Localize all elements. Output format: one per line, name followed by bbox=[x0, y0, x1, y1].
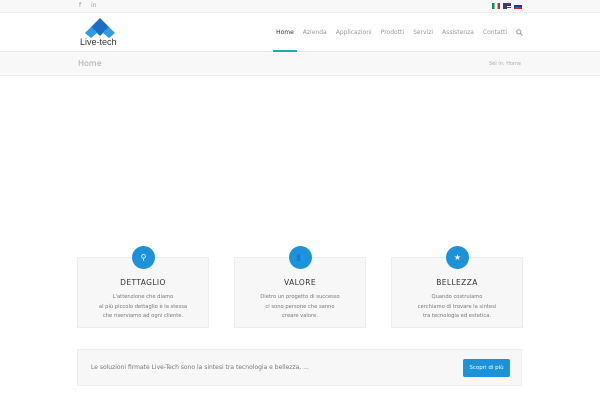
feature-text: Quando costruiamo cerchiamo di trovare l… bbox=[417, 294, 497, 319]
linkedin-link[interactable]: in bbox=[91, 2, 96, 9]
feature-card-valore: 👥 VALORE Dietro un progetto di successo … bbox=[234, 246, 366, 328]
flag-english-icon[interactable] bbox=[503, 3, 511, 9]
flag-russian-icon[interactable] bbox=[514, 3, 522, 9]
feature-text: L'attenzione che diamo al più piccolo de… bbox=[98, 294, 188, 319]
logo-mark-icon bbox=[85, 18, 115, 38]
nav-assistenza[interactable]: Assistenza bbox=[442, 13, 474, 52]
users-icon: 👥 bbox=[289, 246, 312, 269]
header: Live-tech Home Azienda Applicazioni Prod… bbox=[0, 13, 600, 52]
feature-card-bellezza: ★ BELLEZZA Quando costruiamo cerchiamo d… bbox=[391, 246, 523, 328]
nav-azienda[interactable]: Azienda bbox=[303, 13, 327, 52]
flag-italian-icon[interactable] bbox=[492, 3, 500, 9]
nav-servizi[interactable]: Servizi bbox=[413, 13, 433, 52]
search-icon[interactable] bbox=[516, 29, 523, 36]
feature-text: Dietro un progetto di successo ci sono p… bbox=[260, 294, 340, 319]
feature-title: DETTAGLIO bbox=[120, 278, 166, 287]
title-bar: Home Sei in: Home bbox=[0, 52, 600, 76]
search-icon: ⚲ bbox=[132, 246, 155, 269]
nav-home[interactable]: Home bbox=[273, 13, 297, 52]
feature-card-dettaglio: ⚲ DETTAGLIO L'attenzione che diamo al pi… bbox=[77, 246, 209, 328]
breadcrumb[interactable]: Sei in: Home bbox=[489, 61, 521, 67]
language-switcher bbox=[492, 3, 522, 9]
logo[interactable]: Live-tech bbox=[80, 16, 120, 50]
facebook-link[interactable]: f bbox=[79, 2, 81, 9]
star-icon: ★ bbox=[446, 246, 469, 269]
page-title: Home bbox=[78, 59, 102, 68]
nav-contatti[interactable]: Contatti bbox=[483, 13, 507, 52]
discover-more-button[interactable]: Scopri di più bbox=[463, 359, 510, 377]
feature-title: BELLEZZA bbox=[436, 278, 478, 287]
banner-text: Le soluzioni firmate Live-Tech sono la s… bbox=[91, 364, 309, 371]
logo-text: Live-tech bbox=[80, 37, 117, 47]
feature-title: VALORE bbox=[284, 278, 316, 287]
cta-banner: Le soluzioni firmate Live-Tech sono la s… bbox=[77, 349, 522, 386]
top-bar: f in bbox=[0, 0, 600, 13]
nav-prodotti[interactable]: Prodotti bbox=[381, 13, 404, 52]
nav-applicazioni[interactable]: Applicazioni bbox=[336, 13, 372, 52]
main-nav: Home Azienda Applicazioni Prodotti Servi… bbox=[273, 13, 523, 52]
